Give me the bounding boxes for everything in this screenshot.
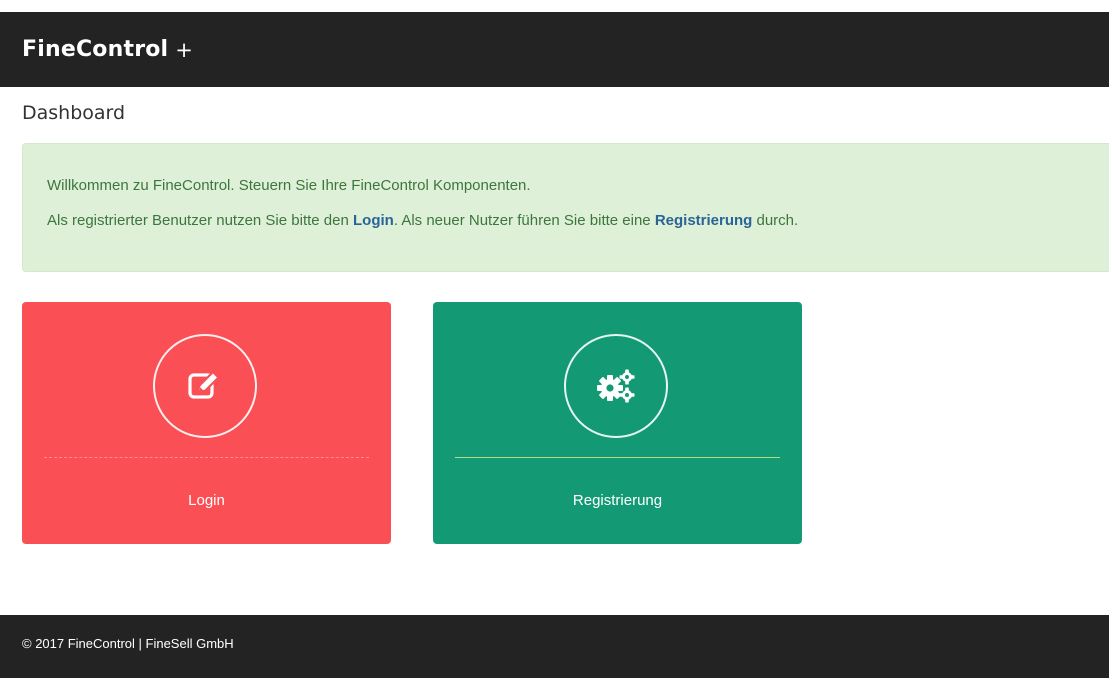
register-tile[interactable]: Registrierung [433,302,802,544]
register-icon-circle [564,334,668,438]
alert-instructions-prefix: Als registrierter Benutzer nutzen Sie bi… [47,212,353,229]
edit-icon [188,371,220,399]
page-title: Dashboard [22,102,126,124]
register-tile-divider [455,457,780,458]
alert-login-link[interactable]: Login [353,212,394,229]
top-strip [0,0,1109,12]
welcome-alert: Willkommen zu FineControl. Steuern Sie I… [22,143,1109,272]
gears-icon [597,369,635,403]
footer: © 2017 FineControl | FineSell GmbH [0,615,1109,678]
alert-register-link[interactable]: Registrierung [655,212,753,229]
alert-instructions-suffix: durch. [752,212,799,229]
login-tile-divider [44,457,369,458]
alert-welcome-text: Willkommen zu FineControl. Steuern Sie I… [47,177,531,194]
login-tile[interactable]: Login [22,302,391,544]
login-icon-circle [153,334,257,438]
register-tile-label: Registrierung [572,492,663,509]
navbar: FineControl + [0,12,1109,87]
brand-plus-toggle[interactable]: + [175,38,193,62]
alert-instructions: Als registrierter Benutzer nutzen Sie bi… [47,212,1109,229]
footer-copyright: © 2017 FineControl | FineSell GmbH [22,636,234,651]
brand-link[interactable]: FineControl [22,37,168,62]
alert-instructions-middle: . Als neuer Nutzer führen Sie bitte eine [393,212,655,229]
login-tile-label: Login [188,492,225,509]
